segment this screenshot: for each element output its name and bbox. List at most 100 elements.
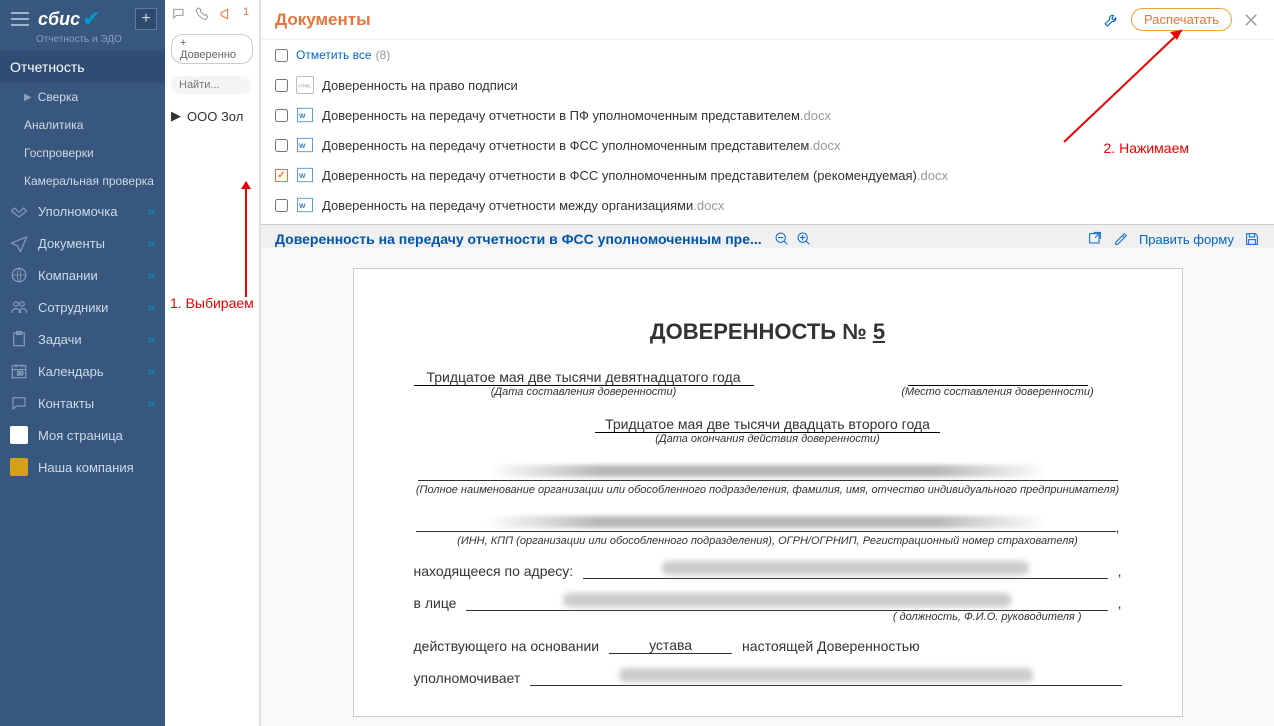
panel-title: Документы	[275, 10, 371, 30]
doc-name: Доверенность на право подписи	[322, 78, 518, 93]
doc-ext: .docx	[693, 198, 724, 213]
chat-icon	[10, 394, 28, 412]
nav-analytics[interactable]: Аналитика	[0, 111, 165, 139]
date-start: Тридцатое мая две тысячи девятнадцатого …	[414, 369, 754, 386]
nav-upoln[interactable]: Уполномочка»	[0, 195, 165, 227]
org-item[interactable]: ▶ООО Зол	[165, 100, 259, 132]
nav-label: Документы	[38, 236, 105, 251]
settings-icon[interactable]	[1103, 11, 1121, 29]
megaphone-icon[interactable]	[219, 6, 235, 22]
caption: ( должность, Ф.И.О. руководителя )	[414, 611, 1082, 623]
docx-file-icon: W	[296, 196, 314, 214]
select-all-checkbox[interactable]	[275, 49, 288, 62]
address-label: находящееся по адресу:	[414, 563, 574, 579]
place-field	[908, 369, 1088, 386]
nav-kameral[interactable]: Камеральная проверка	[0, 167, 165, 195]
nav-companies[interactable]: Компании»	[0, 259, 165, 291]
doc-checkbox[interactable]	[275, 109, 288, 122]
print-button[interactable]: Распечатать	[1131, 8, 1232, 31]
zoom-out-icon[interactable]	[774, 231, 790, 247]
send-icon	[10, 234, 28, 252]
middle-column: 1 + Доверенно ▶ООО Зол	[165, 0, 260, 726]
menu-icon[interactable]	[8, 7, 32, 31]
doc-row[interactable]: HTML Доверенность на право подписи	[275, 70, 1260, 100]
nav-calendar[interactable]: 30Календарь»	[0, 355, 165, 387]
annotation-2: 2. Нажимаем	[1104, 140, 1189, 156]
document-paper: ДОВЕРЕННОСТЬ № 5 Тридцатое мая две тысяч…	[353, 268, 1183, 717]
doc-ext: .docx	[809, 138, 840, 153]
caption: (Дата составления доверенности)	[414, 386, 754, 398]
nav-tasks[interactable]: Задачи»	[0, 323, 165, 355]
select-all-count: (8)	[376, 48, 391, 62]
doc-row[interactable]: W Доверенность на передачу отчетности ме…	[275, 190, 1260, 220]
caption: (Место составления доверенности)	[874, 386, 1122, 398]
nav-label: Компании	[38, 268, 98, 283]
nav-contacts[interactable]: Контакты»	[0, 387, 165, 419]
svg-text:W: W	[299, 113, 306, 120]
doc-ext: .docx	[800, 108, 831, 123]
blurred-inn	[416, 514, 1116, 532]
doc-checkbox[interactable]	[275, 139, 288, 152]
sidebar: сбис ✔ + Отчетность и ЭДО Отчетность ▶Св…	[0, 0, 165, 726]
caption: (Полное наименование организации или обо…	[414, 484, 1122, 496]
address-field	[583, 561, 1107, 579]
nav-docs[interactable]: Документы»	[0, 227, 165, 259]
basis-suffix: настоящей Доверенностью	[742, 638, 920, 654]
doc-checkbox-checked[interactable]	[275, 169, 288, 182]
nav-label: Календарь	[38, 364, 104, 379]
nav-label: Задачи	[38, 332, 82, 347]
users-icon	[10, 298, 28, 316]
doc-row[interactable]: W Доверенность на передачу отчетности в …	[275, 100, 1260, 130]
svg-text:30: 30	[17, 372, 24, 378]
search-input[interactable]	[171, 76, 251, 94]
docx-file-icon: W	[296, 136, 314, 154]
documents-panel: Документы Распечатать Отметить все (8) H…	[260, 0, 1274, 726]
zoom-in-icon[interactable]	[796, 231, 812, 247]
nav-sverka[interactable]: ▶Сверка	[0, 83, 165, 111]
nav-label: Аналитика	[24, 118, 83, 132]
doc-name: Доверенность на передачу отчетности в ФС…	[322, 168, 917, 183]
blurred-org-name	[418, 463, 1118, 481]
select-all[interactable]: Отметить все (8)	[261, 40, 1274, 70]
popout-icon[interactable]	[1087, 231, 1103, 247]
sidebar-section[interactable]: Отчетность	[0, 51, 165, 83]
nav-gosprov[interactable]: Госпроверки	[0, 139, 165, 167]
phone-icon[interactable]	[195, 6, 211, 22]
person-field	[466, 593, 1107, 611]
doc-row[interactable]: W Доверенность на передачу отчетности в …	[275, 160, 1260, 190]
clipboard-icon	[10, 330, 28, 348]
doc-ext: .docx	[917, 168, 948, 183]
doc-checkbox[interactable]	[275, 79, 288, 92]
preview-area[interactable]: ДОВЕРЕННОСТЬ № 5 Тридцатое мая две тысяч…	[261, 248, 1274, 726]
doc-title: ДОВЕРЕННОСТЬ № 5	[414, 319, 1122, 345]
basis-value: устава	[609, 637, 732, 654]
nav-label: Контакты	[38, 396, 94, 411]
chat-icon[interactable]	[171, 6, 187, 22]
add-doc-button[interactable]: + Доверенно	[171, 34, 253, 64]
doc-name: Доверенность на передачу отчетности в ФС…	[322, 138, 809, 153]
org-name: ООО Зол	[187, 109, 243, 124]
nav-label: Камеральная проверка	[24, 174, 154, 188]
close-icon[interactable]	[1242, 11, 1260, 29]
nav-employees[interactable]: Сотрудники»	[0, 291, 165, 323]
svg-text:W: W	[299, 203, 306, 210]
nav-label: Сотрудники	[38, 300, 108, 315]
nav-company[interactable]: Наша компания	[0, 451, 165, 483]
doc-name: Доверенность на передачу отчетности межд…	[322, 198, 693, 213]
nav-label: Госпроверки	[24, 146, 94, 160]
save-icon[interactable]	[1244, 231, 1260, 247]
edit-icon[interactable]	[1113, 231, 1129, 247]
auth-label: уполномочивает	[414, 670, 521, 686]
edit-form-link[interactable]: Править форму	[1139, 232, 1234, 247]
doc-checkbox[interactable]	[275, 199, 288, 212]
avatar-icon	[10, 426, 28, 444]
preview-title: Доверенность на передачу отчетности в ФС…	[275, 231, 762, 247]
html-file-icon: HTML	[296, 76, 314, 94]
add-button[interactable]: +	[135, 8, 157, 30]
date-end: Тридцатое мая две тысячи двадцать второг…	[595, 416, 940, 433]
annotation-1: 1. Выбираем	[170, 295, 254, 311]
logo: сбис	[38, 9, 80, 30]
nav-mypage[interactable]: Моя страница	[0, 419, 165, 451]
logo-accent: ✔	[82, 6, 100, 32]
person-label: в лице	[414, 595, 457, 611]
